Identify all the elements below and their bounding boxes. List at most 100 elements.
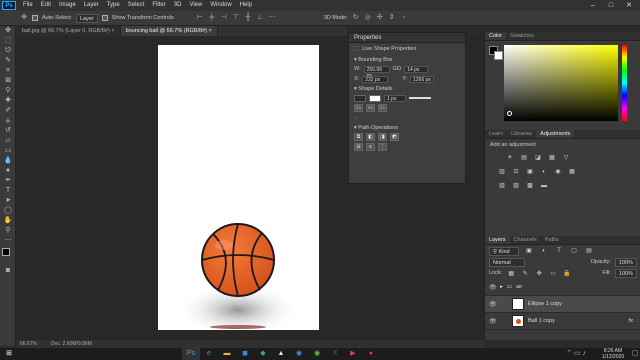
opacity-field[interactable]: 100% [614,258,637,267]
menu-help[interactable]: Help [236,0,256,11]
levels-icon[interactable]: ▤ [519,154,529,162]
3d-pan-icon[interactable]: ✣ [376,14,384,22]
gradient-tool-icon[interactable]: ▭ [2,146,14,156]
lock-artboard-icon[interactable]: ▭ [548,270,558,278]
shape-tool-icon[interactable]: ◯ [2,206,14,216]
x-field[interactable]: 232 px [362,75,389,83]
height-field[interactable]: 14 px [404,65,429,73]
layer-name[interactable]: ae [516,284,522,290]
path-distribute-icon[interactable]: ⋮ [378,143,387,151]
align-top-icon[interactable]: ⊤ [232,14,240,22]
notifications-icon[interactable]: ▢ [630,348,640,360]
type-tool-icon[interactable]: T [2,186,14,196]
filter-type-icon[interactable]: T [554,247,564,255]
lasso-tool-icon[interactable]: ᘎ [2,46,14,56]
group-expand-icon[interactable]: ▸ [500,284,503,290]
subtract-shapes-icon[interactable]: ◧ [366,133,375,141]
tab-layers[interactable]: Layers [485,236,510,244]
menu-window[interactable]: Window [206,0,235,11]
lock-paint-icon[interactable]: ✎ [520,270,530,278]
frame-tool-icon[interactable]: ⊠ [2,76,14,86]
layer-name[interactable]: Ellipse 1 copy [528,301,562,307]
visibility-eye-icon[interactable]: 👁 [489,318,497,325]
menu-3d[interactable]: 3D [170,0,186,11]
tab-libraries[interactable]: Libraries [507,130,536,138]
zoom-tool-icon[interactable]: ⚲ [2,226,14,236]
menu-layer[interactable]: Layer [80,0,103,11]
corner-stroke-icon[interactable]: ▭ [378,104,387,112]
quick-mask-icon[interactable]: ◙ [2,266,14,276]
hue-slider[interactable] [622,45,627,121]
path-ops-section[interactable]: ▾ Path Operations [349,123,465,132]
tab-ball-jpg[interactable]: ball.jpg @ 66.7% (Layer 0, RGB/8#) × [17,26,121,36]
auto-select-dropdown[interactable]: Layer [75,13,98,23]
tab-color[interactable]: Color [485,32,507,40]
threshold-icon[interactable]: ▩ [525,182,535,190]
tab-swatches[interactable]: Swatches [506,32,538,40]
foreground-color-swatch[interactable] [2,248,10,256]
filter-shape-icon[interactable]: ▢ [569,247,579,255]
photo-filter-icon[interactable]: ◐ [539,168,549,176]
app-icon[interactable]: ▲ [272,348,290,360]
y-field[interactable]: 1266 px [410,75,435,83]
distribute-icon[interactable]: ⋯ [268,14,276,22]
layer-name[interactable]: Ball 1 copy [528,318,555,324]
curves-icon[interactable]: ◪ [533,154,543,162]
quick-select-tool-icon[interactable]: ✎ [2,56,14,66]
crop-tool-icon[interactable]: ⌗ [2,66,14,76]
tab-bouncing-ball[interactable]: bouncing ball @ 66.7% (RGB/8#) × [120,26,218,36]
tab-learn[interactable]: Learn [485,130,507,138]
menu-edit[interactable]: Edit [37,0,55,11]
close-window-button[interactable]: ✕ [620,0,638,11]
align-bottom-icon[interactable]: ⊥ [256,14,264,22]
align-left-icon[interactable]: ⊢ [196,14,204,22]
combine-shapes-icon[interactable]: ⧉ [354,133,363,141]
filter-adjustment-icon[interactable]: ◐ [539,247,549,255]
menu-select[interactable]: Select [124,0,149,11]
blend-mode-dropdown[interactable]: Normal [489,258,525,267]
fill-swatch[interactable] [354,94,366,102]
path-align-icon[interactable]: ⊟ [354,143,363,151]
intersect-shapes-icon[interactable]: ◨ [378,133,387,141]
tab-channels[interactable]: Channels [510,236,541,244]
edge-icon[interactable]: e [200,348,218,360]
path-arrange-icon[interactable]: ≡ [366,143,375,151]
fg-bg-swatches[interactable] [2,248,14,264]
game-icon[interactable]: ◉ [308,348,326,360]
excel-icon[interactable]: X [326,348,344,360]
menu-file[interactable]: File [19,0,37,11]
show-transform-checkbox[interactable] [101,15,108,21]
hand-tool-icon[interactable]: ✋ [2,216,14,226]
system-tray[interactable]: ⌃ ▭ ♪ [556,348,596,360]
3d-roll-icon[interactable]: ◎ [364,14,372,22]
stroke-width-field[interactable]: 1 px [384,94,406,102]
lock-pixels-icon[interactable]: ▦ [506,270,516,278]
layer-row[interactable]: 👁 Ellipse 1 copy [485,296,640,313]
history-brush-icon[interactable]: ↺ [2,126,14,136]
menu-filter[interactable]: Filter [148,0,169,11]
maximize-button[interactable]: □ [602,0,620,11]
bounding-box-section[interactable]: ▾ Bounding Box [349,55,465,64]
properties-title[interactable]: Properties [349,33,465,43]
kind-filter-dropdown[interactable]: ⚲ Kind [489,246,519,256]
shape-details-section[interactable]: ▾ Shape Details [349,84,465,93]
layer-row[interactable]: 👁 Ball 1 copy fx [485,313,640,330]
color-picker-field[interactable] [504,45,618,121]
marquee-tool-icon[interactable]: ⬚ [2,36,14,46]
stroke-style-line[interactable] [409,97,431,99]
stamp-tool-icon[interactable]: ⚶ [2,116,14,126]
pen-tool-icon[interactable]: ✒ [2,176,14,186]
filter-smart-icon[interactable]: ▤ [584,247,594,255]
color-picker-cursor[interactable] [507,111,512,116]
stroke-swatch[interactable] [369,94,381,102]
folder-icon[interactable]: ▬ [218,348,236,360]
align-center-icon[interactable]: ╪ [208,14,216,22]
eraser-tool-icon[interactable]: ▱ [2,136,14,146]
store-icon[interactable]: ◼ [236,348,254,360]
invert-icon[interactable]: ▧ [497,182,507,190]
fill-field[interactable]: 100% [614,269,637,278]
layer-row[interactable]: 👁 ▸ ▭ ae [485,279,640,296]
close-tab-icon[interactable]: × [209,28,212,34]
3d-scale-icon[interactable]: ▫ [400,14,408,22]
healing-tool-icon[interactable]: ✚ [2,96,14,106]
